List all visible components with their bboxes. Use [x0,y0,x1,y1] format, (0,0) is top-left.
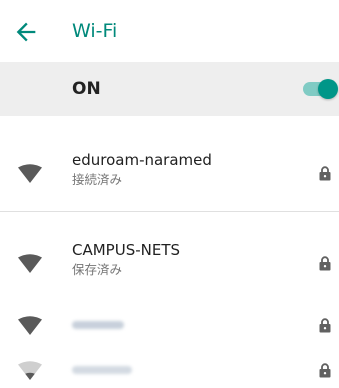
network-status: 接続済み [72,172,123,187]
network-status: 保存済み [72,262,123,277]
wifi-settings-screen: Wi-Fi ON eduroam-naramed 接続済み CAMPUS-NET… [0,0,339,388]
network-item-obscured[interactable] [0,308,339,344]
lock-icon [319,166,331,181]
network-name: eduroam-naramed [72,151,212,169]
wifi-signal-full-icon [17,164,43,184]
wifi-toggle-label: ON [72,79,101,99]
app-bar: Wi-Fi [0,0,339,62]
network-item-obscured[interactable] [0,352,339,388]
wifi-switch[interactable] [303,79,339,99]
lock-icon [319,363,331,378]
network-name-obscured [72,366,132,374]
network-item-eduroam[interactable]: eduroam-naramed 接続済み [0,140,339,210]
network-name-obscured [72,321,124,329]
wifi-signal-weak-icon [17,361,43,381]
arrow-left-icon [16,22,36,42]
wifi-signal-full-icon [17,254,43,274]
wifi-toggle-row[interactable]: ON [0,62,339,116]
lock-icon [319,318,331,333]
lock-icon [319,256,331,271]
wifi-signal-full-icon [17,316,43,336]
list-divider [0,211,339,212]
network-name: CAMPUS-NETS [72,241,181,259]
switch-thumb [318,79,338,99]
back-button[interactable] [12,18,40,46]
page-title: Wi-Fi [72,20,118,42]
network-item-campus-nets[interactable]: CAMPUS-NETS 保存済み [0,232,339,296]
